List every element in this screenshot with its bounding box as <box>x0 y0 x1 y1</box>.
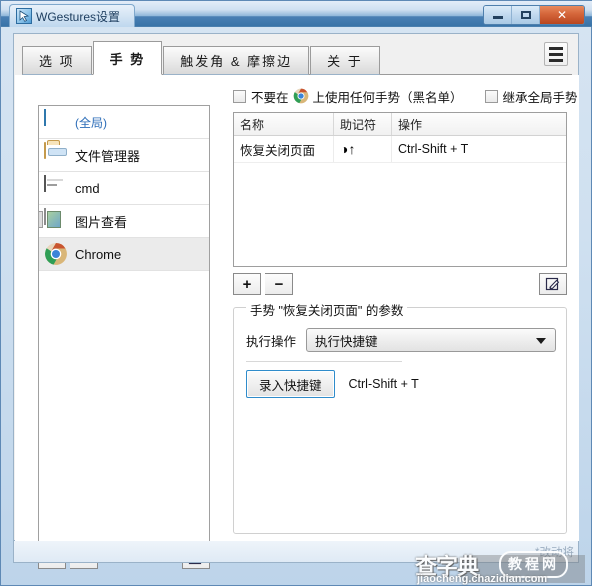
execute-action-value: 执行快捷键 <box>315 334 378 349</box>
gesture-table-header: 名称 助记符 操作 <box>234 113 566 136</box>
maximize-button[interactable] <box>512 6 540 24</box>
window-title-text: WGestures设置 <box>36 9 121 24</box>
blacklist-checkbox[interactable] <box>233 89 246 103</box>
edit-gesture-button[interactable] <box>539 273 567 295</box>
maximize-icon <box>520 11 531 19</box>
gesture-settings-panel: 不要在 上使用任何手势（黑名单） 继承全局手势 名称 助记符 操作 恢复关闭页面… <box>219 85 578 540</box>
title-bar: WGestures设置 ✕ <box>1 1 592 27</box>
app-list-item-cmd[interactable]: cmd <box>39 172 209 205</box>
gestures-page: (全局) 文件管理器 cmd 图片查看 Chrome 不要在 上使用任何手势（黑… <box>15 75 579 569</box>
window-controls: ✕ <box>483 5 585 25</box>
app-list-item-chrome[interactable]: Chrome <box>39 238 209 271</box>
minimize-button[interactable] <box>484 6 512 24</box>
close-icon: ✕ <box>556 8 568 22</box>
execute-action-select[interactable]: 执行快捷键 <box>306 328 556 352</box>
app-list-item-image-viewer[interactable]: 图片查看 <box>39 205 209 238</box>
app-list-item-label: Chrome <box>75 246 122 262</box>
title-bar-inner: WGestures设置 ✕ <box>5 4 589 27</box>
hamburger-line <box>549 58 563 62</box>
window-title-tab[interactable]: WGestures设置 <box>9 4 136 27</box>
application-list[interactable]: (全局) 文件管理器 cmd 图片查看 Chrome <box>38 105 210 542</box>
cell-gesture-mnemonic: ◑↑ <box>334 136 392 162</box>
cell-gesture-name: 恢复关闭页面 <box>234 136 334 162</box>
tab-options[interactable]: 选 项 <box>22 46 92 75</box>
blacklist-row: 不要在 上使用任何手势（黑名单） 继承全局手势 <box>233 85 578 107</box>
execute-action-row: 执行操作 执行快捷键 <box>246 328 556 352</box>
app-list-item-label: 图片查看 <box>75 214 128 230</box>
app-list-item-label: cmd <box>75 180 100 196</box>
gesture-parameters-legend: 手势 "恢复关闭页面" 的参数 <box>246 300 408 319</box>
column-header-action: 操作 <box>398 117 423 132</box>
gesture-parameters-group: 手势 "恢复关闭页面" 的参数 执行操作 执行快捷键 录入快捷键 Ctrl-Sh… <box>233 300 567 534</box>
app-list-item-label: (全局) <box>75 115 107 130</box>
hamburger-line <box>549 52 563 56</box>
tab-options-label: 选 项 <box>39 54 75 69</box>
blacklist-suffix-label: 上使用任何手势（黑名单） <box>312 90 463 105</box>
app-list-item-label: 文件管理器 <box>75 148 141 164</box>
hamburger-line <box>549 46 563 50</box>
chevron-down-icon <box>536 338 546 344</box>
chrome-icon <box>293 88 309 104</box>
watermark-url: jiaocheng.chazidian.com <box>417 573 548 585</box>
tab-corners-edges-label: 触发角 & 摩擦边 <box>180 54 293 69</box>
column-header-mnemonic: 助记符 <box>334 113 392 135</box>
inherit-global-checkbox[interactable] <box>484 89 498 103</box>
hotkey-value: Ctrl-Shift + T <box>348 377 419 391</box>
tab-corners-edges[interactable]: 触发角 & 摩擦边 <box>163 46 310 75</box>
execute-action-label: 执行操作 <box>246 334 297 349</box>
folder-icon <box>44 142 68 167</box>
tab-strip: 选 项 手 势 触发角 & 摩擦边 关 于 <box>22 41 381 75</box>
app-list-item-global[interactable]: (全局) <box>39 106 209 139</box>
app-window: WGestures设置 ✕ 选 项 手 势 触发角 & 摩擦边 关 于 (全局)… <box>0 0 592 586</box>
inherit-global-row: 继承全局手势 <box>484 87 578 106</box>
close-button[interactable]: ✕ <box>540 6 584 24</box>
cursor-arrow-icon <box>16 8 32 24</box>
app-list-item-file-manager[interactable]: 文件管理器 <box>39 139 209 172</box>
column-header-name: 名称 <box>234 113 334 135</box>
blacklist-prefix-label: 不要在 <box>251 90 289 105</box>
record-hotkey-button[interactable]: 录入快捷键 <box>246 370 335 398</box>
client-area: 选 项 手 势 触发角 & 摩擦边 关 于 (全局) 文件管理器 cmd 图片查… <box>13 33 579 569</box>
table-row[interactable]: 恢复关闭页面 ◑↑ Ctrl-Shift + T <box>234 136 566 163</box>
watermark-overlay: 查字典 教程网 jiaocheng.chazidian.com <box>415 549 587 585</box>
console-icon <box>44 175 68 200</box>
gesture-table[interactable]: 名称 助记符 操作 恢复关闭页面 ◑↑ Ctrl-Shift + T <box>233 112 567 267</box>
tab-about-label: 关 于 <box>327 54 363 69</box>
minimize-icon <box>492 16 503 19</box>
hotkey-row: 录入快捷键 Ctrl-Shift + T <box>246 370 419 398</box>
remove-gesture-button[interactable]: − <box>265 273 294 295</box>
cell-gesture-action: Ctrl-Shift + T <box>398 142 469 156</box>
add-gesture-button[interactable]: + <box>233 273 261 295</box>
gesture-table-toolbar: + − <box>233 273 567 295</box>
tab-about[interactable]: 关 于 <box>310 46 380 75</box>
tab-gestures-label: 手 势 <box>109 51 146 67</box>
chrome-icon <box>44 242 68 266</box>
image-viewer-icon <box>44 208 68 233</box>
parameter-divider <box>246 361 402 362</box>
inherit-global-label: 继承全局手势 <box>502 90 578 105</box>
hamburger-menu-icon[interactable] <box>544 42 568 66</box>
watermark-box: 查字典 教程网 jiaocheng.chazidian.com <box>415 549 587 585</box>
pencil-edit-icon <box>545 276 561 292</box>
global-cursor-icon <box>44 109 68 134</box>
tab-gestures[interactable]: 手 势 <box>92 41 163 75</box>
